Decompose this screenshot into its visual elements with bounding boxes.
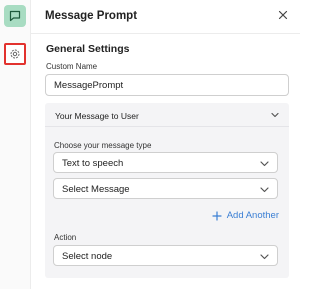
panel-title: Message Prompt — [45, 10, 138, 22]
panel-header: Message Prompt — [31, 0, 300, 34]
message-rail-button[interactable] — [4, 5, 26, 27]
add-another-label: Add Another — [226, 210, 279, 221]
settings-rail-button[interactable] — [4, 43, 26, 65]
message-panel-title: Your Message to User — [55, 111, 139, 121]
add-another-button[interactable]: Add Another — [212, 210, 279, 221]
general-settings-heading: General Settings — [46, 43, 130, 55]
chevron-down-icon — [260, 187, 269, 193]
message-select[interactable]: Select Message — [53, 178, 278, 199]
left-rail — [0, 0, 31, 289]
message-square-icon — [9, 10, 21, 22]
chevron-down-icon — [271, 112, 279, 118]
close-icon[interactable] — [276, 8, 290, 22]
custom-name-label: Custom Name — [46, 62, 98, 71]
chevron-down-icon — [260, 161, 269, 167]
action-label: Action — [54, 233, 77, 242]
gear-icon — [10, 49, 20, 59]
message-type-value: Text to speech — [62, 158, 124, 169]
custom-name-input[interactable] — [45, 74, 289, 96]
message-type-label: Choose your message type — [54, 141, 152, 150]
plus-icon — [212, 210, 222, 221]
message-select-value: Select Message — [62, 184, 130, 195]
chevron-down-icon — [260, 254, 269, 260]
action-select-value: Select node — [62, 251, 113, 262]
message-type-select[interactable]: Text to speech — [53, 152, 278, 173]
action-select[interactable]: Select node — [53, 245, 278, 266]
message-panel-header[interactable]: Your Message to User — [45, 103, 289, 127]
